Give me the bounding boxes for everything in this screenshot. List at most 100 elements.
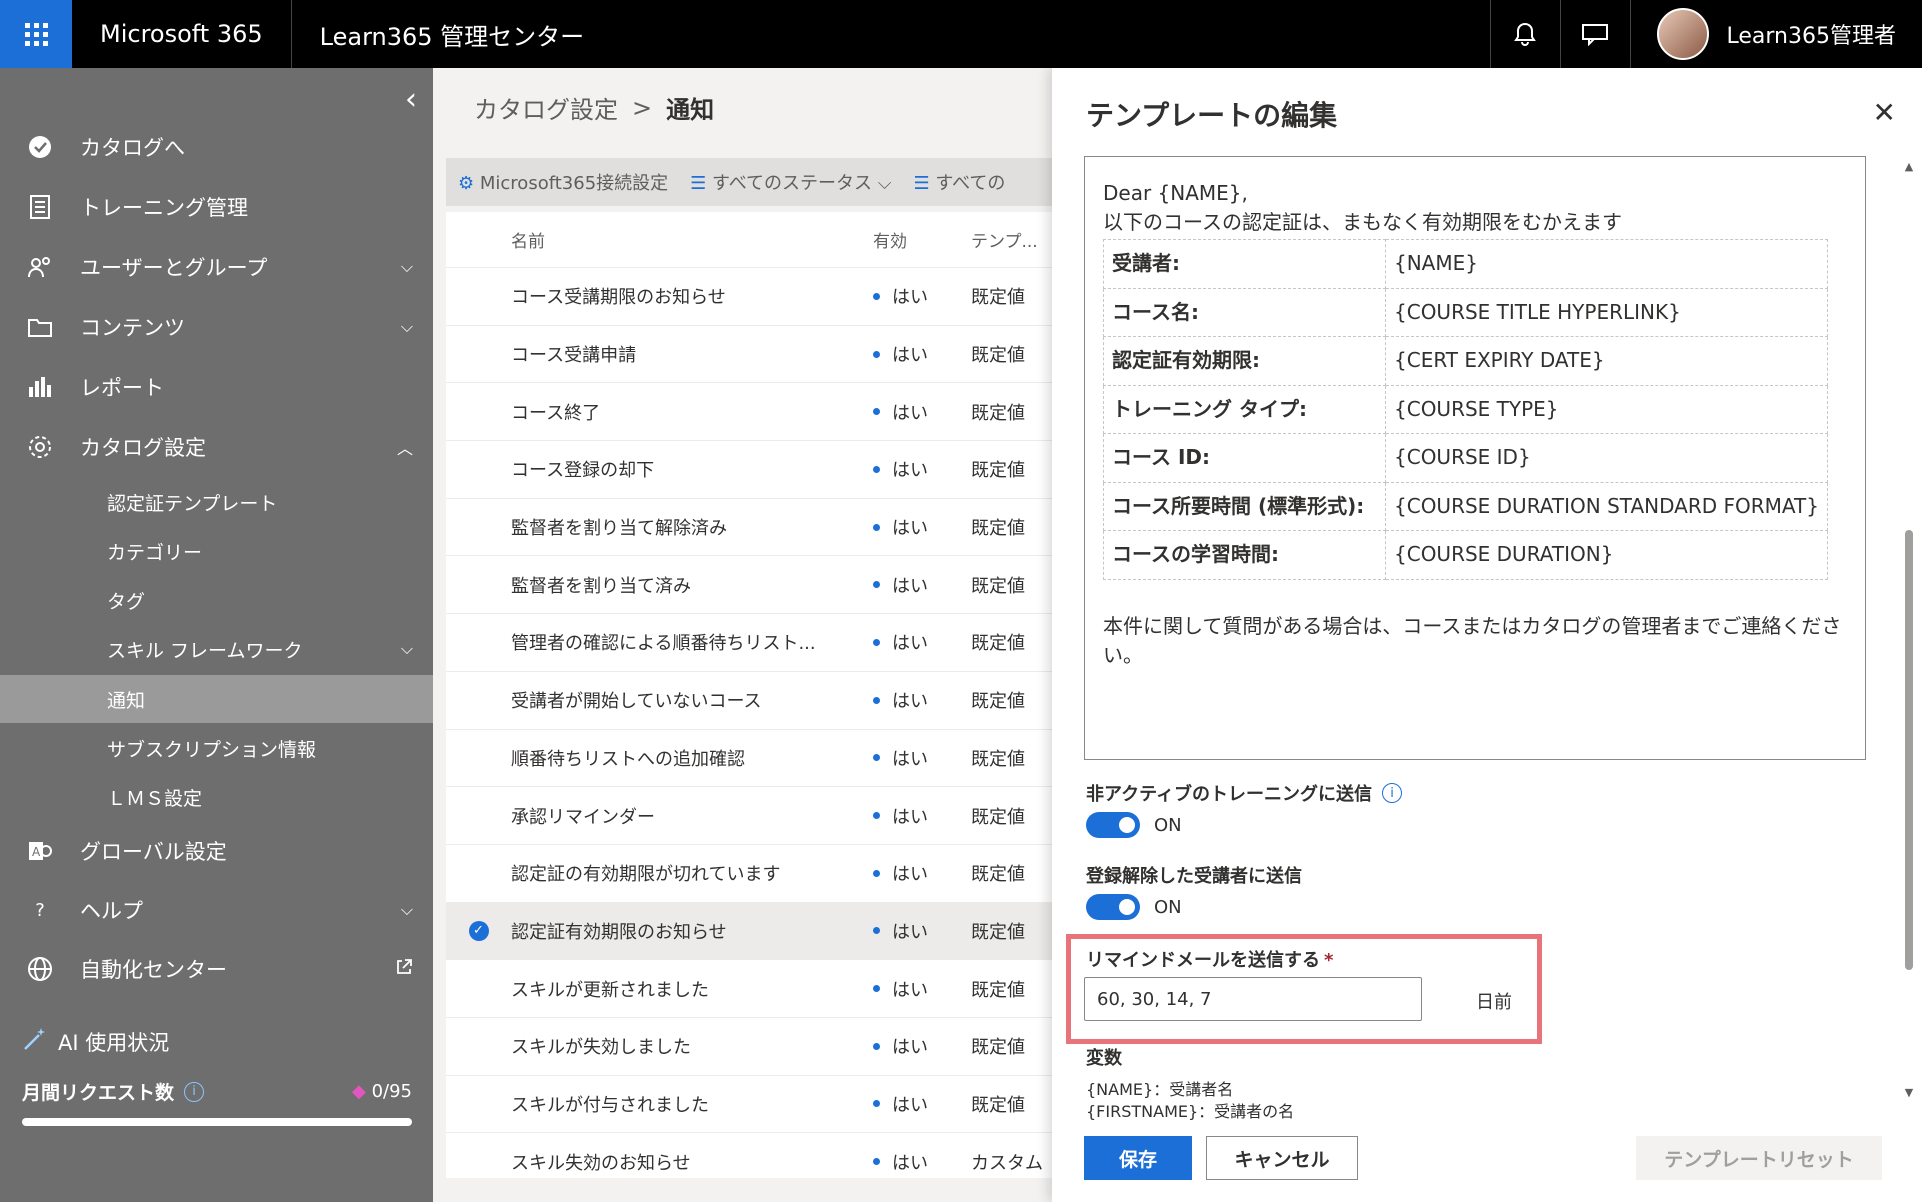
panel-scrollbar[interactable]: ▲ ▼ xyxy=(1902,160,1916,1100)
table-row[interactable]: 監督者を割り当て解除済み はい 既定値 xyxy=(446,499,1052,557)
row-check-cell[interactable]: ✓ xyxy=(446,920,511,941)
sidebar-item-catalog[interactable]: カタログへ xyxy=(0,118,433,176)
row-template: 既定値 xyxy=(971,575,1025,597)
table-row[interactable]: 監督者を割り当て済み はい 既定値 xyxy=(446,556,1052,615)
variable-row: コースの学習時間: {COURSE DURATION} xyxy=(1103,530,1828,580)
table-header: 名前 有効 テンプ... xyxy=(446,212,1052,268)
connect-settings-button[interactable]: ⚙ Microsoft365接続設定 xyxy=(458,169,668,195)
status-dot-icon xyxy=(873,350,880,358)
table-row[interactable]: コース受講期限のお知らせ はい 既定値 xyxy=(446,268,1052,326)
row-valid-text: はい xyxy=(892,1152,928,1174)
scroll-thumb[interactable] xyxy=(1905,530,1913,970)
column-header-name[interactable]: 名前 xyxy=(511,227,857,252)
inactive-training-toggle[interactable] xyxy=(1086,812,1140,838)
row-template: 既定値 xyxy=(971,1037,1025,1059)
status-filter-dropdown[interactable]: ☰ すべてのステータス ⌵ xyxy=(690,169,891,195)
row-valid-text: はい xyxy=(892,864,928,886)
table-row[interactable]: コース終了 はい 既定値 xyxy=(446,383,1052,442)
feedback-button[interactable] xyxy=(1559,0,1630,68)
column-header-template[interactable]: テンプ... xyxy=(971,227,1051,252)
question-icon: ? xyxy=(35,899,45,921)
variable-value: {COURSE ID} xyxy=(1385,433,1828,483)
status-dot-icon xyxy=(873,523,880,531)
chevron-up-icon: ︿ xyxy=(396,439,413,458)
table-row[interactable]: コース登録の却下 はい 既定値 xyxy=(446,441,1052,499)
sidebar-item-catalog-settings[interactable]: カタログ設定 ︿ xyxy=(0,418,433,476)
row-valid: はい xyxy=(857,341,971,367)
status-dot-icon xyxy=(873,408,880,416)
gear-icon xyxy=(0,434,80,460)
sidebar-subitem-certificate-templates[interactable]: 認定証テンプレート xyxy=(0,478,433,526)
app-title[interactable]: Learn365 管理センター xyxy=(292,17,613,52)
table-row[interactable]: 管理者の確認による順番待ちリスト... はい 既定値 xyxy=(446,614,1052,672)
reminder-days-input[interactable] xyxy=(1084,977,1422,1021)
check-circle-icon xyxy=(0,134,80,160)
collapse-sidebar-button[interactable]: ‹ xyxy=(405,82,417,117)
bell-icon xyxy=(1514,22,1536,46)
reset-template-button[interactable]: テンプレートリセット xyxy=(1636,1136,1882,1180)
info-icon[interactable]: i xyxy=(1382,783,1403,803)
save-button[interactable]: 保存 xyxy=(1084,1136,1192,1180)
row-valid: はい xyxy=(857,456,971,482)
variable-row: 認定証有効期限: {CERT EXPIRY DATE} xyxy=(1103,336,1828,386)
sidebar-item-label: カタログへ xyxy=(80,136,185,160)
other-filter-dropdown[interactable]: ☰ すべての xyxy=(913,169,1005,195)
folder-icon xyxy=(0,316,80,338)
app-launcher-button[interactable] xyxy=(0,0,72,68)
svg-text:A: A xyxy=(32,845,41,859)
table-row[interactable]: スキルが失効しました はい 既定値 xyxy=(446,1018,1052,1076)
row-valid-text: はい xyxy=(892,1037,928,1059)
template-editor[interactable]: Dear {NAME}, 以下のコースの認定証は、まもなく有効期限をむかえます … xyxy=(1084,156,1866,760)
ai-usage-title: AI 使用状況 xyxy=(22,1026,169,1057)
brand-title[interactable]: Microsoft 365 xyxy=(72,0,292,68)
sidebar-subitem-label: カテゴリー xyxy=(107,541,203,564)
sidebar-subitem-notifications[interactable]: 通知 xyxy=(0,675,433,723)
row-template: 既定値 xyxy=(971,518,1025,540)
close-panel-button[interactable]: ✕ xyxy=(1873,96,1896,129)
scroll-down-icon[interactable]: ▼ xyxy=(1902,1086,1916,1099)
table-row[interactable]: コース受講申請 はい 既定値 xyxy=(446,326,1052,384)
sidebar-item-content[interactable]: コンテンツ ⌵ xyxy=(0,298,433,356)
row-name: スキルが付与されました xyxy=(511,1094,709,1116)
unregistered-label: 登録解除した受講者に送信 xyxy=(1086,862,1302,888)
row-name: 認定証有効期限のお知らせ xyxy=(511,921,727,943)
table-row[interactable]: スキルが更新されました はい 既定値 xyxy=(446,960,1052,1018)
table-row[interactable]: 順番待ちリストへの追加確認 はい 既定値 xyxy=(446,730,1052,788)
table-row[interactable]: スキルが付与されました はい 既定値 xyxy=(446,1076,1052,1134)
sidebar-item-training[interactable]: トレーニング管理 xyxy=(0,178,433,236)
user-menu[interactable]: Learn365管理者 xyxy=(1629,0,1922,68)
column-header-valid[interactable]: 有効 xyxy=(857,227,971,252)
sidebar-subitem-skill-framework[interactable]: スキル フレームワーク ⌵ xyxy=(0,625,433,673)
panel-title: テンプレートの編集 xyxy=(1086,99,1338,132)
scroll-up-icon[interactable]: ▲ xyxy=(1902,160,1916,173)
notification-button[interactable] xyxy=(1489,0,1560,68)
row-name: 承認リマインダー xyxy=(511,806,655,828)
row-name: コース受講申請 xyxy=(511,345,637,367)
status-dot-icon xyxy=(873,812,880,820)
table-row[interactable]: 認定証の有効期限が切れています はい 既定値 xyxy=(446,845,1052,903)
sidebar-subitem-tags[interactable]: タグ xyxy=(0,576,433,624)
table-row[interactable]: ✓ 認定証有効期限のお知らせ はい 既定値 xyxy=(446,902,1052,961)
sidebar-item-automation-center[interactable]: 自動化センター xyxy=(0,940,433,998)
table-row[interactable]: 承認リマインダー はい 既定値 xyxy=(446,787,1052,845)
cancel-button[interactable]: キャンセル xyxy=(1206,1136,1358,1180)
breadcrumb-parent[interactable]: カタログ設定 xyxy=(474,90,618,125)
table-row[interactable]: 受講者が開始していないコース はい 既定値 xyxy=(446,672,1052,730)
sidebar-item-users[interactable]: ユーザーとグループ ⌵ xyxy=(0,238,433,296)
table-row[interactable]: スキル失効のお知らせ はい カスタム xyxy=(446,1133,1052,1178)
sidebar-item-help[interactable]: ? ヘルプ ⌵ xyxy=(0,881,433,939)
status-dot-icon xyxy=(873,754,880,762)
template-variables-table: 受講者: {NAME} コース名: {COURSE TITLE HYPERLINK} 認… xyxy=(1103,239,1828,580)
variable-key: コースの学習時間: xyxy=(1103,530,1386,580)
sidebar-item-label: グローバル設定 xyxy=(80,840,227,864)
row-template: 既定値 xyxy=(971,806,1025,828)
unregistered-toggle[interactable] xyxy=(1086,894,1140,920)
sidebar-subitem-categories[interactable]: カテゴリー xyxy=(0,527,433,575)
row-template: 既定値 xyxy=(971,1094,1025,1116)
sidebar-item-reports[interactable]: レポート xyxy=(0,358,433,416)
sidebar-subitem-lms-settings[interactable]: ＬＭＳ設定 xyxy=(0,773,433,821)
info-icon[interactable]: i xyxy=(184,1081,205,1102)
sidebar-subitem-subscription[interactable]: サブスクリプション情報 xyxy=(0,724,433,772)
variable-key: 受講者: xyxy=(1103,239,1386,289)
sidebar-item-global-settings[interactable]: A グローバル設定 xyxy=(0,822,433,880)
